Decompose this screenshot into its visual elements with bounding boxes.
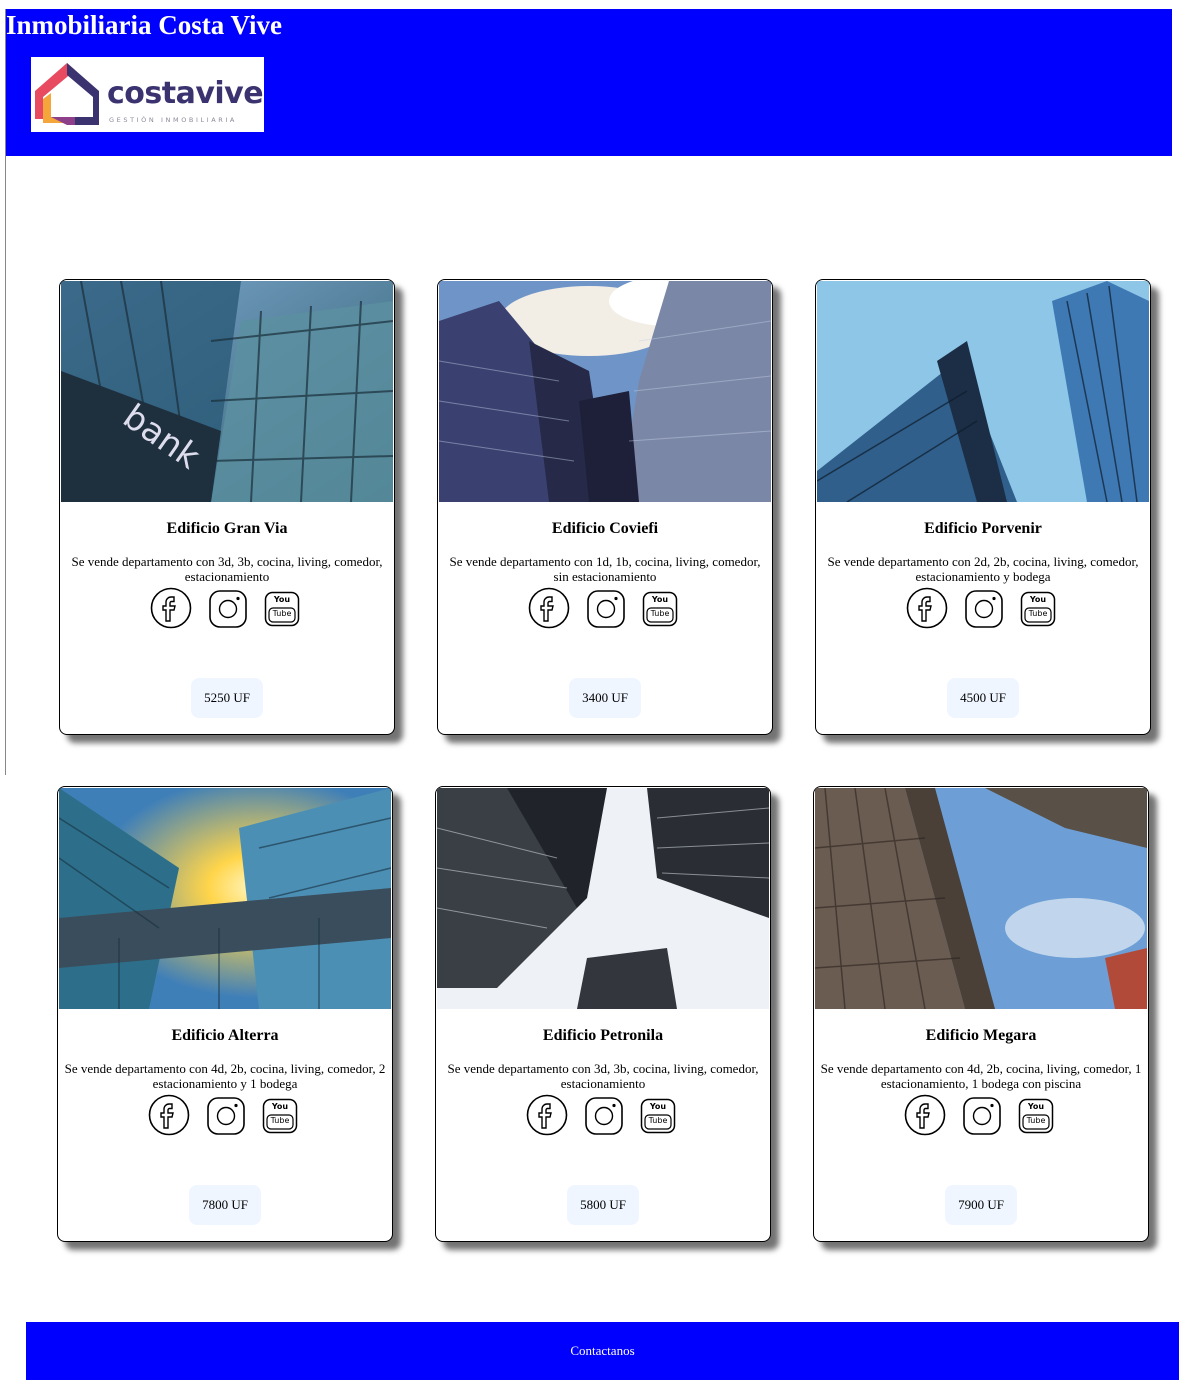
building-photo — [437, 788, 769, 1009]
property-description: Se vende departamento con 1d, 1b, cocina… — [449, 554, 761, 584]
youtube-icon[interactable]: You Tube — [1020, 591, 1056, 631]
property-card[interactable]: Edificio Megara Se vende departamento con… — [813, 786, 1149, 1242]
youtube-label-top: You — [651, 595, 669, 604]
property-description: Se vende departamento con 3d, 3b, cocina… — [447, 1061, 759, 1091]
property-description: Se vende departamento con 3d, 3b, cocina… — [71, 554, 383, 584]
instagram-icon[interactable] — [208, 589, 248, 633]
instagram-icon[interactable] — [964, 589, 1004, 633]
logo-tagline: GESTIÓN INMOBILIARIA — [109, 116, 237, 124]
property-description: Se vende departamento con 2d, 2b, cocina… — [827, 554, 1139, 584]
price-badge[interactable]: 5800 UF — [567, 1185, 639, 1225]
instagram-icon[interactable] — [206, 1096, 246, 1140]
youtube-label-top: You — [1027, 1102, 1045, 1111]
social-links: You Tube — [148, 1094, 308, 1138]
youtube-label-bottom: Tube — [1026, 1116, 1046, 1125]
property-description: Se vende departamento con 4d, 2b, cocina… — [64, 1061, 386, 1091]
youtube-icon[interactable]: You Tube — [640, 1098, 676, 1138]
youtube-icon[interactable]: You Tube — [1018, 1098, 1054, 1138]
youtube-icon[interactable]: You Tube — [642, 591, 678, 631]
instagram-icon[interactable] — [586, 589, 626, 633]
youtube-icon[interactable]: You Tube — [262, 1098, 298, 1138]
property-card[interactable]: Edificio Coviefi Se vende departamento co… — [437, 279, 773, 735]
costavive-logo[interactable]: costavive GESTIÓN INMOBILIARIA — [31, 57, 264, 132]
contact-link[interactable]: Contactanos — [570, 1343, 634, 1358]
youtube-label-top: You — [273, 595, 291, 604]
building-photo — [439, 281, 771, 502]
youtube-label-bottom: Tube — [650, 609, 670, 618]
site-title: Inmobiliaria Costa Vive — [6, 10, 283, 40]
footer-bar: Contactanos — [26, 1322, 1179, 1380]
facebook-icon[interactable] — [150, 587, 192, 633]
building-photo: bank — [61, 281, 393, 502]
price-badge[interactable]: 7800 UF — [189, 1185, 261, 1225]
social-links: You Tube — [526, 1094, 686, 1138]
facebook-icon[interactable] — [528, 587, 570, 633]
youtube-icon[interactable]: You Tube — [264, 591, 300, 631]
price-badge[interactable]: 4500 UF — [947, 678, 1019, 718]
property-card[interactable]: bank Edificio Gran Via Se vende departame… — [59, 279, 395, 735]
youtube-label-bottom: Tube — [1028, 609, 1048, 618]
house-logo-icon — [35, 63, 99, 125]
youtube-label-top: You — [271, 1102, 289, 1111]
logo-wordmark: costavive — [107, 76, 264, 111]
property-card[interactable]: Edificio Petronila Se vende departamento … — [435, 786, 771, 1242]
social-links: You Tube — [528, 587, 688, 631]
price-badge[interactable]: 5250 UF — [191, 678, 263, 718]
building-photo — [59, 788, 391, 1009]
property-card[interactable]: Edificio Alterra Se vende departamento co… — [57, 786, 393, 1242]
facebook-icon[interactable] — [904, 1094, 946, 1140]
youtube-label-bottom: Tube — [270, 1116, 290, 1125]
youtube-label-bottom: Tube — [272, 609, 292, 618]
property-name: Edificio Gran Via — [166, 520, 288, 537]
facebook-icon[interactable] — [526, 1094, 568, 1140]
social-links: You Tube — [904, 1094, 1064, 1138]
youtube-label-bottom: Tube — [648, 1116, 668, 1125]
social-links: You Tube — [906, 587, 1066, 631]
property-name: Edificio Coviefi — [551, 520, 659, 537]
property-card[interactable]: Edificio Porvenir Se vende departamento c… — [815, 279, 1151, 735]
site-header: Inmobiliaria Costa Vive costavive GESTIÓ… — [6, 9, 1172, 156]
property-name: Edificio Megara — [925, 1027, 1037, 1044]
building-photo — [815, 788, 1147, 1009]
social-links: You Tube — [150, 587, 310, 631]
facebook-icon[interactable] — [148, 1094, 190, 1140]
property-name: Edificio Petronila — [542, 1027, 664, 1044]
price-badge[interactable]: 7900 UF — [945, 1185, 1017, 1225]
property-description: Se vende departamento con 4d, 2b, cocina… — [820, 1061, 1142, 1091]
instagram-icon[interactable] — [584, 1096, 624, 1140]
building-photo — [817, 281, 1149, 502]
youtube-label-top: You — [1029, 595, 1047, 604]
facebook-icon[interactable] — [906, 587, 948, 633]
instagram-icon[interactable] — [962, 1096, 1002, 1140]
price-badge[interactable]: 3400 UF — [569, 678, 641, 718]
property-name: Edificio Alterra — [171, 1027, 279, 1044]
youtube-label-top: You — [649, 1102, 667, 1111]
property-name: Edificio Porvenir — [924, 520, 1042, 537]
